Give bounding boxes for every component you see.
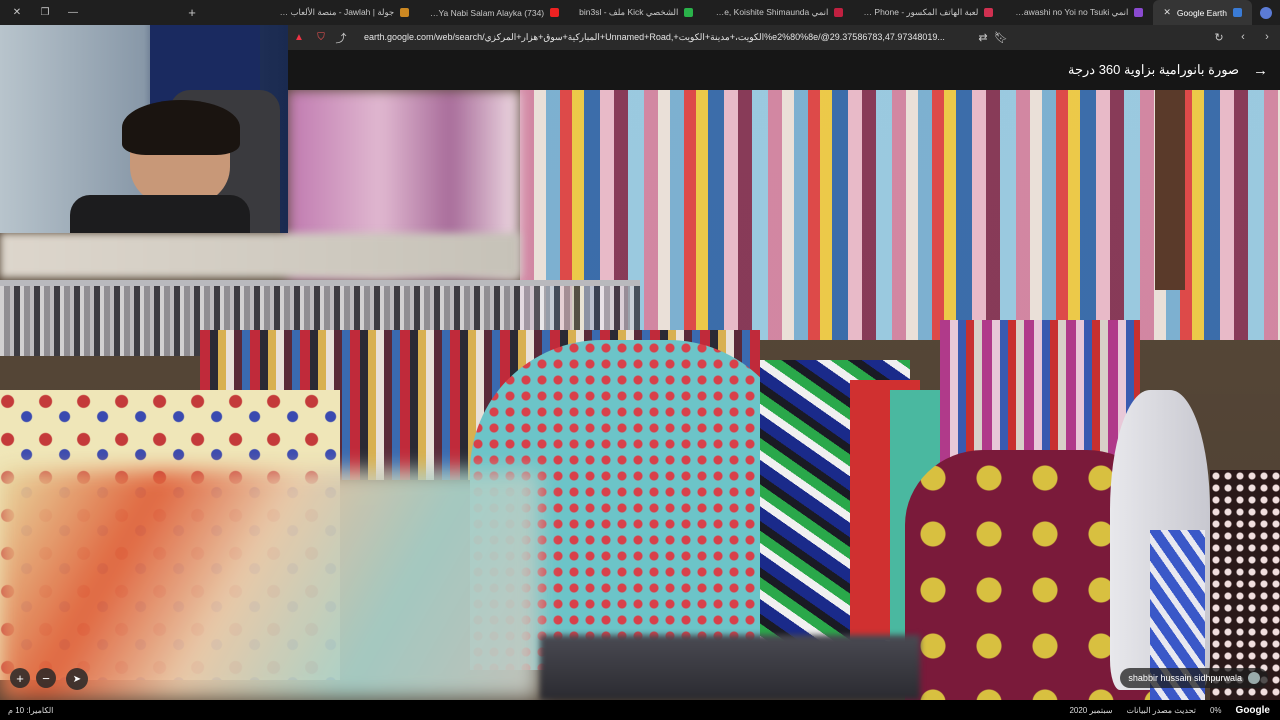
browser-tab-strip: ✕ ❐ — + Google Earth ✕ انمي Urawashi no Yo…: [0, 0, 1280, 25]
browser-tab[interactable]: جولة | Jawlah - منصة الألعاب التفاعلية: [269, 0, 419, 25]
camera-height: الكاميرا: 10 م: [8, 705, 54, 715]
blurred-foreground-fabric: [0, 470, 540, 700]
webcam-person-body: [70, 195, 250, 233]
blurred-strip: [0, 233, 520, 278]
zoom-out-button[interactable]: −: [36, 668, 56, 688]
browser-tab[interactable]: الشخصي Kick ملف - bin3sl: [569, 0, 703, 25]
panorama-header: صورة بانورامية بزاوية 360 درجة →: [288, 50, 1280, 90]
bookmark-icon[interactable]: 🔖︎: [992, 31, 1010, 44]
photo-attribution[interactable]: shabbir hussain sidhpurwala: [1120, 668, 1268, 688]
tab-favicon-icon: [550, 8, 560, 17]
zoom-percent: 0%: [1209, 705, 1222, 715]
zoom-controls: + − ➤: [10, 668, 88, 690]
compass-icon[interactable]: ➤: [66, 668, 88, 690]
tab-label: انمي Douse, Koishite Shimaunda ال: [713, 7, 829, 17]
tab-favicon-icon: [684, 8, 694, 17]
tab-label: (734) Maher Zain - Ya Nabi Salam Alayka: [429, 7, 545, 18]
close-window-icon[interactable]: ✕: [10, 7, 24, 18]
new-tab-button[interactable]: +: [180, 5, 204, 20]
status-right: Google 0% تحديث مصدر البيانات سبتمبر 202…: [1069, 705, 1280, 716]
browser-tab[interactable]: لعبة الهاتف المكسور - Gartic Phone: [853, 0, 1003, 25]
url-field[interactable]: earth.google.com/web/search/المباركية+سو…: [350, 32, 974, 43]
share-icon[interactable]: ⤴: [332, 30, 350, 46]
tab-close-icon[interactable]: ✕: [1163, 7, 1171, 18]
browser-tab[interactable]: انمي Urawashi no Yoi no Tsuki الحلقة: [1003, 0, 1153, 25]
browser-tab[interactable]: (734) Maher Zain - Ya Nabi Salam Alayka: [419, 0, 569, 25]
tab-label: جولة | Jawlah - منصة الألعاب التفاعلية: [279, 7, 395, 17]
tab-label: لعبة الهاتف المكسور - Gartic Phone: [863, 7, 979, 17]
nav-buttons: ↻ ‹ ›: [1210, 31, 1280, 44]
restore-window-icon[interactable]: ❐: [38, 7, 52, 18]
tab-favicon-icon: [400, 8, 410, 17]
tab-favicon-icon: [1134, 8, 1144, 17]
zoom-in-button[interactable]: +: [10, 668, 30, 688]
extension-icon[interactable]: ▲: [288, 31, 310, 45]
back-icon[interactable]: ‹: [1234, 31, 1252, 44]
tab-favicon-icon: [834, 8, 844, 17]
tab-favicon-icon: [984, 8, 994, 17]
tab-list: Google Earth ✕ انمي Urawashi no Yoi no Tsu…: [204, 0, 1252, 25]
arrow-right-icon[interactable]: →: [1253, 62, 1268, 79]
author-avatar: [1248, 672, 1260, 684]
black-polka-dress: [1210, 470, 1280, 700]
browser-tab[interactable]: انمي Douse, Koishite Shimaunda ال: [703, 0, 853, 25]
attribution-author: shabbir hussain sidhpurwala: [1128, 673, 1242, 683]
translate-icon[interactable]: ⇄: [974, 31, 992, 44]
tab-label: الشخصي Kick ملف - bin3sl: [579, 7, 679, 17]
address-bar: ▲ ⛉ ⤴ earth.google.com/web/search/المبار…: [288, 25, 1280, 50]
forward-icon[interactable]: ›: [1258, 31, 1276, 44]
reload-icon[interactable]: ↻: [1210, 31, 1228, 44]
tab-label: Google Earth: [1176, 7, 1227, 18]
capture-date: سبتمبر 2020: [1069, 705, 1113, 715]
window-controls: ✕ ❐ —: [0, 7, 180, 18]
google-logo: Google: [1235, 704, 1270, 716]
status-bar: الكاميرا: 10 م Google 0% تحديث مصدر البي…: [0, 700, 1280, 720]
minimize-window-icon[interactable]: —: [66, 7, 80, 18]
webcam-person-hair: [122, 100, 240, 155]
brave-shield-icon[interactable]: ⛉: [310, 31, 332, 45]
shop-pillar: [1155, 90, 1185, 290]
panorama-title: صورة بانورامية بزاوية 360 درجة: [1068, 62, 1239, 77]
tab-favicon-icon: [1233, 8, 1242, 17]
data-update-link[interactable]: تحديث مصدر البيانات: [1126, 706, 1196, 715]
webcam-overlay: [0, 25, 288, 233]
profile-avatar[interactable]: [1260, 6, 1272, 19]
browser-tab[interactable]: Google Earth ✕: [1153, 0, 1252, 25]
tab-label: انمي Urawashi no Yoi no Tsuki الحلقة: [1013, 7, 1129, 17]
floor-shadow: [540, 635, 920, 700]
